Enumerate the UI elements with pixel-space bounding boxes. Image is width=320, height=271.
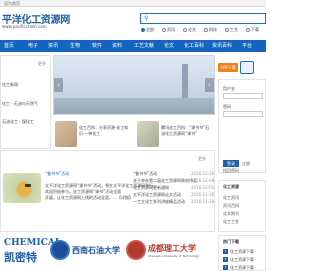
username-field[interactable] (223, 93, 263, 99)
news-headline[interactable]: 太平洋化工资源网论文活动 (133, 192, 181, 198)
login-box: 用户名 密码 登录 注册 找回密码 (218, 79, 266, 173)
feature-cards: 化工百科：分享资源·化工知识·一种化工 腾讯化工百科：“课书书”石油化工资源网“… (53, 117, 215, 151)
left-news-item[interactable]: 石油化工 · 煤化工 (2, 119, 34, 125)
nav-item[interactable]: 资讯百科 (212, 40, 232, 52)
nav-item[interactable]: 软件 (92, 40, 102, 52)
chevron-left-icon[interactable]: ‹ (54, 78, 63, 92)
news-image[interactable] (3, 173, 41, 203)
feature-card-text: 腾讯化工百科：“课书书”石油化工资源网“课书” (161, 125, 210, 136)
news-section: 更多 “鲁书书”活动 太平洋化工资源网“课书书”活动，将在太平洋化工资源网举行，… (0, 150, 215, 232)
nav-item[interactable]: 平台 (242, 40, 252, 52)
news-lead-title[interactable]: “鲁书书”活动 (45, 171, 69, 177)
chevron-right-icon[interactable]: › (205, 78, 214, 92)
partner-logo-chemical[interactable]: CHEMICAL 凯密特 (2, 235, 61, 267)
username-label: 用户名 (223, 86, 235, 91)
banner-slider[interactable]: ‹ › (53, 55, 215, 115)
resource-box: 化工资源 化工资讯 资讯百科 论文期刊 化工工艺 (218, 180, 266, 232)
feature-card[interactable]: 化工百科：分享资源·化工知识·一种化工 (53, 117, 131, 151)
more-link[interactable]: 更多 (198, 156, 206, 162)
app-download-button[interactable]: APP下载 (218, 63, 238, 72)
nav-item[interactable]: 资料 (112, 40, 122, 52)
feature-card[interactable]: 腾讯化工百科：“课书书”石油化工资源网“课书” (135, 117, 213, 151)
download-item[interactable]: 化工资源下载 (230, 257, 254, 263)
banner-image-ground (54, 98, 214, 114)
search-scope-radio[interactable]: 全部 (141, 27, 154, 33)
forgot-password-link[interactable]: 找回密码 (223, 168, 239, 174)
feature-card-text: 化工百科：分享资源·化工知识·一种化工 (79, 125, 129, 136)
left-news-item[interactable]: 化工 · 石油与天然气 (2, 101, 38, 107)
more-link[interactable]: 更多 (38, 61, 46, 67)
rank-badge: 3 (223, 265, 228, 270)
partner-logo-text: 凯密特 (4, 251, 37, 264)
download-box: 热门下载 1 化工资源下载 2 化工资源下载 3 化工资源下载 (218, 235, 266, 271)
news-headline[interactable]: 关于举办第二届化工资源网原创作品 (133, 178, 197, 184)
nav-item[interactable]: 论文 (164, 40, 174, 52)
news-date: 2016-12-08 (191, 178, 215, 183)
university-seal-icon[interactable] (126, 240, 146, 260)
news-date: 2016-12-10 (191, 171, 215, 176)
news-date: 2016-11-30 (191, 192, 215, 197)
top-bar: 设为首页 (0, 0, 266, 7)
resource-link[interactable]: 论文期刊 (223, 211, 239, 217)
partner-logo-cdu[interactable]: 成都理工大学 (148, 243, 196, 254)
password-label: 密码 (223, 104, 231, 109)
news-date: 2016-11-28 (191, 199, 215, 204)
feature-card-image (137, 121, 159, 147)
partner-logos: CHEMICAL 凯密特 西南石油大学 成都理工大学 Chengdu Unive… (0, 232, 215, 271)
left-news-panel: 更多 化工新闻 化工 · 石油与天然气 石油化工 · 煤化工 (0, 55, 51, 149)
news-date: 2016-12-05 (191, 185, 215, 190)
nav-item[interactable]: 化工百科 (184, 40, 204, 52)
search-scope-options: 全部 资讯 论文 科技 工艺 下载 (140, 27, 266, 33)
download-item[interactable]: 化工资源下载 (230, 265, 254, 271)
banner-image-tower (182, 64, 188, 100)
register-link[interactable]: 注册 (242, 161, 250, 167)
resource-link[interactable]: 化工工艺 (223, 219, 239, 225)
feature-card-image (55, 121, 77, 147)
resource-link[interactable]: 化工资讯 (223, 195, 239, 201)
login-button[interactable]: 登录 (223, 160, 239, 167)
partner-logo-cdu-en: Chengdu University of Technology (148, 254, 200, 258)
resource-title: 化工资源 (223, 184, 239, 189)
news-headline[interactable]: 一工主化工系列讲座精品活动 (133, 199, 185, 205)
download-item[interactable]: 化工资源下载 (230, 249, 254, 255)
resource-link[interactable]: 资讯百科 (223, 203, 239, 209)
search-scope-radio[interactable]: 下载 (246, 27, 259, 33)
search-input[interactable]: ⚲ (140, 13, 266, 24)
nav-item[interactable]: 资讯 (48, 40, 58, 52)
password-field[interactable] (223, 111, 263, 117)
search-scope-radio[interactable]: 资讯 (162, 27, 175, 33)
rank-badge: 1 (223, 249, 228, 254)
main-nav: 首页 电子 资讯 生物 软件 资料 工艺文献 论文 化工百科 资讯百科 平台 (0, 40, 266, 52)
nav-item[interactable]: 电子 (28, 40, 38, 52)
news-headline[interactable]: “鲁书书”活动 (133, 171, 157, 177)
nav-item[interactable]: 首页 (4, 40, 14, 52)
news-lead-text[interactable]: 开展，让化工资源网上线的活动全面，…【详细】 (45, 195, 133, 201)
nav-item[interactable]: 工艺文献 (134, 40, 154, 52)
search-scope-radio[interactable]: 工艺 (225, 27, 238, 33)
top-bar-text[interactable]: 设为首页 (4, 0, 20, 7)
search-icon: ⚲ (144, 15, 149, 22)
download-title: 热门下载 (223, 239, 239, 244)
logo-url: www.pacificchem.com (2, 24, 47, 29)
mobile-app-icon[interactable] (240, 61, 254, 74)
news-headline[interactable]: 化工资源网更新通知 (133, 185, 169, 191)
rank-badge: 2 (223, 257, 228, 262)
university-seal-icon[interactable] (50, 240, 70, 260)
nav-item[interactable]: 生物 (70, 40, 80, 52)
search-scope-radio[interactable]: 科技 (204, 27, 217, 33)
partner-logo-swu[interactable]: 西南石油大学 (72, 245, 120, 256)
left-news-item[interactable]: 化工新闻 (2, 82, 18, 88)
search-scope-radio[interactable]: 论文 (183, 27, 196, 33)
